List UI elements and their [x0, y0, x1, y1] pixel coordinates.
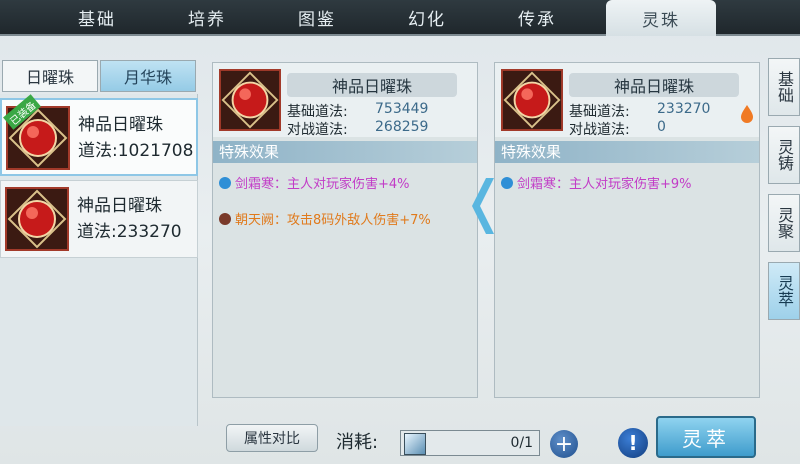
essence-button[interactable]: 灵萃 [656, 416, 756, 458]
cost-count: 0/1 [510, 435, 533, 451]
side-tab-basic[interactable]: 基础 [768, 58, 800, 116]
cost-label: 消耗: [336, 432, 379, 453]
battle-stat-value: 268259 [375, 119, 429, 135]
bullet-icon [219, 212, 231, 225]
subtab-sun-pearl[interactable]: 日曜珠 [2, 60, 98, 92]
card-title: 神品日曜珠 [569, 73, 739, 97]
battle-stat-label: 对战道法: [569, 122, 630, 138]
effect-line: 剑霜寒：主人对玩家伤害+9% [501, 173, 692, 192]
battle-stat-value: 0 [657, 119, 666, 135]
pearl-name: 神品日曜珠 [78, 115, 163, 135]
battle-stat-label: 对战道法: [287, 122, 348, 138]
base-stat-value: 233270 [657, 101, 711, 117]
current-pearl-card: 神品日曜珠 基础道法: 753449 对战道法: 268259 特殊效果 剑霜寒… [212, 62, 478, 398]
pearl-value: 道法:1021708 [78, 141, 194, 161]
pearl-list-item[interactable]: 神品日曜珠 道法:233270 [0, 180, 198, 258]
side-tab-forge[interactable]: 灵铸 [768, 126, 800, 184]
cost-bar: 0/1 [400, 430, 540, 456]
add-material-button[interactable]: + [550, 430, 578, 458]
fire-icon [741, 105, 753, 123]
tab-collection[interactable]: 图鉴 [262, 0, 372, 34]
tab-cultivate[interactable]: 培养 [152, 0, 262, 34]
check-icon [501, 176, 513, 189]
effect-text: 剑霜寒：主人对玩家伤害+9% [517, 177, 692, 192]
pearl-icon [219, 69, 281, 131]
effect-line: 剑霜寒：主人对玩家伤害+4% [219, 173, 410, 192]
top-tab-bar: 基础 培养 图鉴 幻化 传承 灵珠 [0, 0, 800, 36]
pearl-list: 已装备 神品日曜珠 道法:1021708 神品日曜珠 道法:233270 [0, 94, 198, 426]
subtab-moon-pearl[interactable]: 月华珠 [100, 60, 196, 92]
side-tab-essence[interactable]: 灵萃 [768, 262, 800, 320]
card-title: 神品日曜珠 [287, 73, 457, 97]
check-icon [219, 176, 231, 189]
tab-basic[interactable]: 基础 [42, 0, 152, 34]
pearl-thumbnail-icon [5, 187, 69, 251]
info-button[interactable]: ! [618, 428, 648, 458]
tab-spirit-pearl[interactable]: 灵珠 [606, 0, 716, 36]
effect-text: 剑霜寒：主人对玩家伤害+4% [235, 177, 410, 192]
special-effect-header: 特殊效果 [495, 141, 759, 163]
base-stat-label: 基础道法: [287, 104, 348, 120]
tab-transform[interactable]: 幻化 [372, 0, 482, 34]
attribute-compare-button[interactable]: 属性对比 [226, 424, 318, 452]
effect-line: 朝天阙：攻击8码外敌人伤害+7% [219, 209, 431, 228]
pearl-value: 道法:233270 [77, 222, 182, 242]
tab-inherit[interactable]: 传承 [482, 0, 592, 34]
new-pearl-card: 神品日曜珠 基础道法: 233270 对战道法: 0 特殊效果 剑霜寒：主人对玩… [494, 62, 760, 398]
special-effect-header: 特殊效果 [213, 141, 477, 163]
effect-text: 朝天阙：攻击8码外敌人伤害+7% [235, 213, 431, 228]
gem-icon [404, 433, 426, 455]
pearl-list-item[interactable]: 已装备 神品日曜珠 道法:1021708 [0, 94, 198, 176]
pearl-name: 神品日曜珠 [77, 196, 162, 216]
base-stat-value: 753449 [375, 101, 429, 117]
base-stat-label: 基础道法: [569, 104, 630, 120]
side-tab-gather[interactable]: 灵聚 [768, 194, 800, 252]
pearl-icon [501, 69, 563, 131]
